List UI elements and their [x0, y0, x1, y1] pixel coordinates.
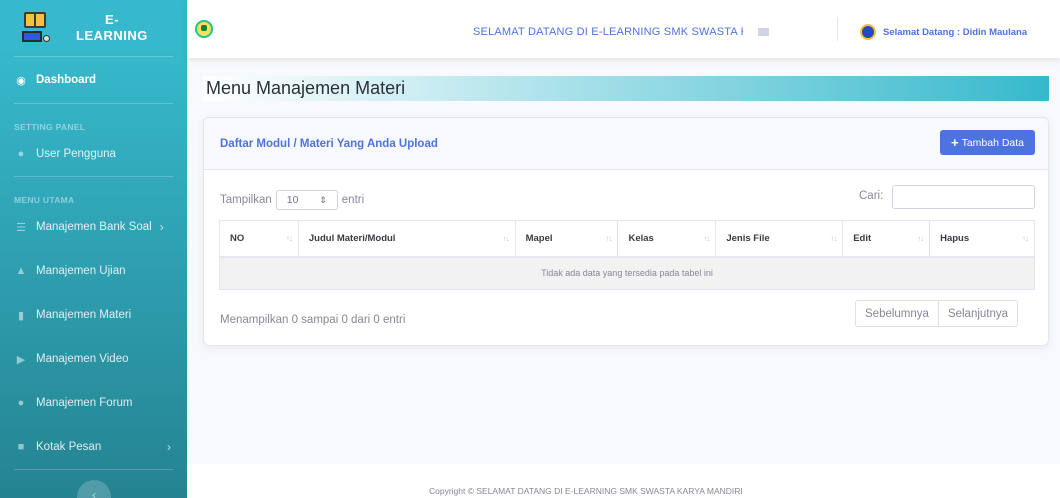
topbar-divider: [837, 17, 838, 41]
table-row: Tidak ada data yang tersedia pada tabel …: [219, 256, 1035, 290]
sidebar-item-label: User Pengguna: [36, 148, 116, 160]
sidebar-item-ujian[interactable]: ▲ Manajemen Ujian: [0, 249, 187, 293]
user-greeting[interactable]: Selamat Datang : Didin Maulana: [883, 27, 1027, 38]
column-header-judul[interactable]: Judul Materi/Modul ↑↓: [298, 220, 516, 258]
message-icon: ■: [17, 441, 25, 453]
sidebar-item-user-pengguna[interactable]: ● User Pengguna: [0, 132, 187, 176]
materi-table: NO ↑↓ Judul Materi/Modul ↑↓ Mapel ↑↓ Kelas ↑…: [219, 220, 1035, 290]
column-header-edit[interactable]: Edit ↑↓: [842, 220, 931, 258]
card-title: Daftar Modul / Materi Yang Anda Upload: [220, 137, 438, 150]
sidebar-item-label: Manajemen Forum: [36, 397, 133, 409]
chevron-right-icon: ›: [167, 440, 171, 454]
sidebar-item-forum[interactable]: ● Manajemen Forum: [0, 381, 187, 425]
video-icon: ▶: [16, 353, 26, 366]
elearning-logo-icon: [22, 10, 50, 46]
column-header-jenis-file[interactable]: Jenis File ↑↓: [715, 220, 844, 258]
column-header-no[interactable]: NO ↑↓: [219, 220, 299, 258]
sidebar-item-label: Manajemen Materi: [36, 309, 132, 321]
table-info: Menampilkan 0 sampai 0 dari 0 entri: [220, 314, 406, 326]
next-page-button[interactable]: Selanjutnya: [937, 301, 1018, 326]
topbar: SELAMAT DATANG DI E-LEARNING SMK SWASTA …: [187, 0, 1060, 58]
sidebar-item-label: Kotak Pesan: [36, 441, 102, 453]
sidebar-item-video[interactable]: ▶ Manajemen Video: [0, 337, 187, 381]
envelope-icon[interactable]: [758, 28, 769, 36]
footer: Copyright © SELAMAT DATANG DI E-LEARNING…: [187, 464, 1060, 498]
chevron-left-icon: ‹: [92, 488, 96, 498]
school-logo-icon: [195, 20, 213, 38]
sort-icon: ↑↓: [502, 234, 510, 243]
sidebar-item-label: Manajemen Ujian: [36, 265, 126, 277]
materi-card: Daftar Modul / Materi Yang Anda Upload +…: [203, 117, 1049, 346]
add-data-label: Tambah Data: [961, 136, 1025, 149]
users-icon: ●: [17, 397, 25, 409]
sort-icon: ↑↓: [830, 234, 837, 243]
sidebar-heading-menu: MENU UTAMA: [14, 195, 75, 205]
user-icon: ●: [17, 148, 25, 160]
sidebar-item-bank-soal[interactable]: ☰ Manajemen Bank Soal ›: [0, 205, 187, 249]
chevron-right-icon: ›: [159, 220, 164, 234]
brand-text: E- LEARNING: [76, 12, 148, 44]
sidebar-item-label: Manajemen Bank Soal: [36, 221, 152, 233]
table-header-row: NO ↑↓ Judul Materi/Modul ↑↓ Mapel ↑↓ Kelas ↑…: [219, 220, 1035, 258]
brand-line-2: LEARNING: [76, 28, 148, 43]
select-arrows-icon: ⇕: [319, 194, 327, 205]
brand[interactable]: E- LEARNING: [0, 0, 187, 56]
column-header-kelas[interactable]: Kelas ↑↓: [617, 220, 717, 258]
sort-icon: ↑↓: [285, 234, 293, 243]
search-label: Cari:: [859, 190, 884, 202]
entries-select-value: 10: [286, 194, 299, 206]
sidebar-item-materi[interactable]: ▮ Manajemen Materi: [0, 293, 187, 337]
plus-icon: +: [950, 135, 959, 150]
sort-icon: ↑↓: [703, 234, 710, 243]
sidebar: E- LEARNING ◉ Dashboard SETTING PANEL ● …: [0, 0, 187, 498]
column-header-hapus[interactable]: Hapus ↑↓: [929, 220, 1035, 258]
search-input[interactable]: [892, 185, 1035, 209]
sidebar-divider: [14, 469, 173, 470]
pagination: Sebelumnya Selanjutnya: [855, 300, 1019, 327]
sidebar-toggle-button[interactable]: ‹: [77, 480, 111, 498]
welcome-marquee: SELAMAT DATANG DI E-LEARNING SMK SWASTA …: [473, 26, 743, 38]
empty-table-message: Tidak ada data yang tersedia pada tabel …: [219, 256, 1035, 290]
book-icon: ▮: [17, 309, 25, 322]
copyright-text: Copyright © SELAMAT DATANG DI E-LEARNING…: [429, 486, 743, 496]
user-avatar[interactable]: [860, 24, 876, 40]
sidebar-item-kotak-pesan[interactable]: ■ Kotak Pesan ›: [0, 425, 187, 469]
column-header-mapel[interactable]: Mapel ↑↓: [515, 220, 619, 258]
sort-icon: ↑↓: [1022, 234, 1029, 243]
entries-length-control: Tampilkan 10 ⇕ entri: [220, 190, 364, 210]
sidebar-heading-setting: SETTING PANEL: [14, 122, 86, 132]
sidebar-item-dashboard[interactable]: ◉ Dashboard: [0, 57, 187, 103]
card-header: Daftar Modul / Materi Yang Anda Upload: [204, 118, 1048, 170]
page-title: Menu Manajemen Materi: [203, 76, 1049, 101]
dashboard-icon: ◉: [16, 74, 26, 87]
brand-line-1: E-: [104, 12, 119, 27]
sidebar-item-label: Manajemen Video: [36, 353, 129, 365]
pin-icon: ▲: [15, 265, 27, 277]
sidebar-item-label: Dashboard: [36, 74, 97, 86]
sort-icon: ↑↓: [605, 234, 612, 243]
entries-suffix: entri: [341, 194, 365, 206]
entries-select[interactable]: 10 ⇕: [275, 190, 338, 210]
list-icon: ☰: [16, 221, 26, 234]
prev-page-button[interactable]: Sebelumnya: [856, 301, 938, 326]
entries-prefix: Tampilkan: [220, 194, 272, 206]
sort-icon: ↑↓: [917, 234, 924, 243]
add-data-button[interactable]: + Tambah Data: [940, 130, 1035, 155]
